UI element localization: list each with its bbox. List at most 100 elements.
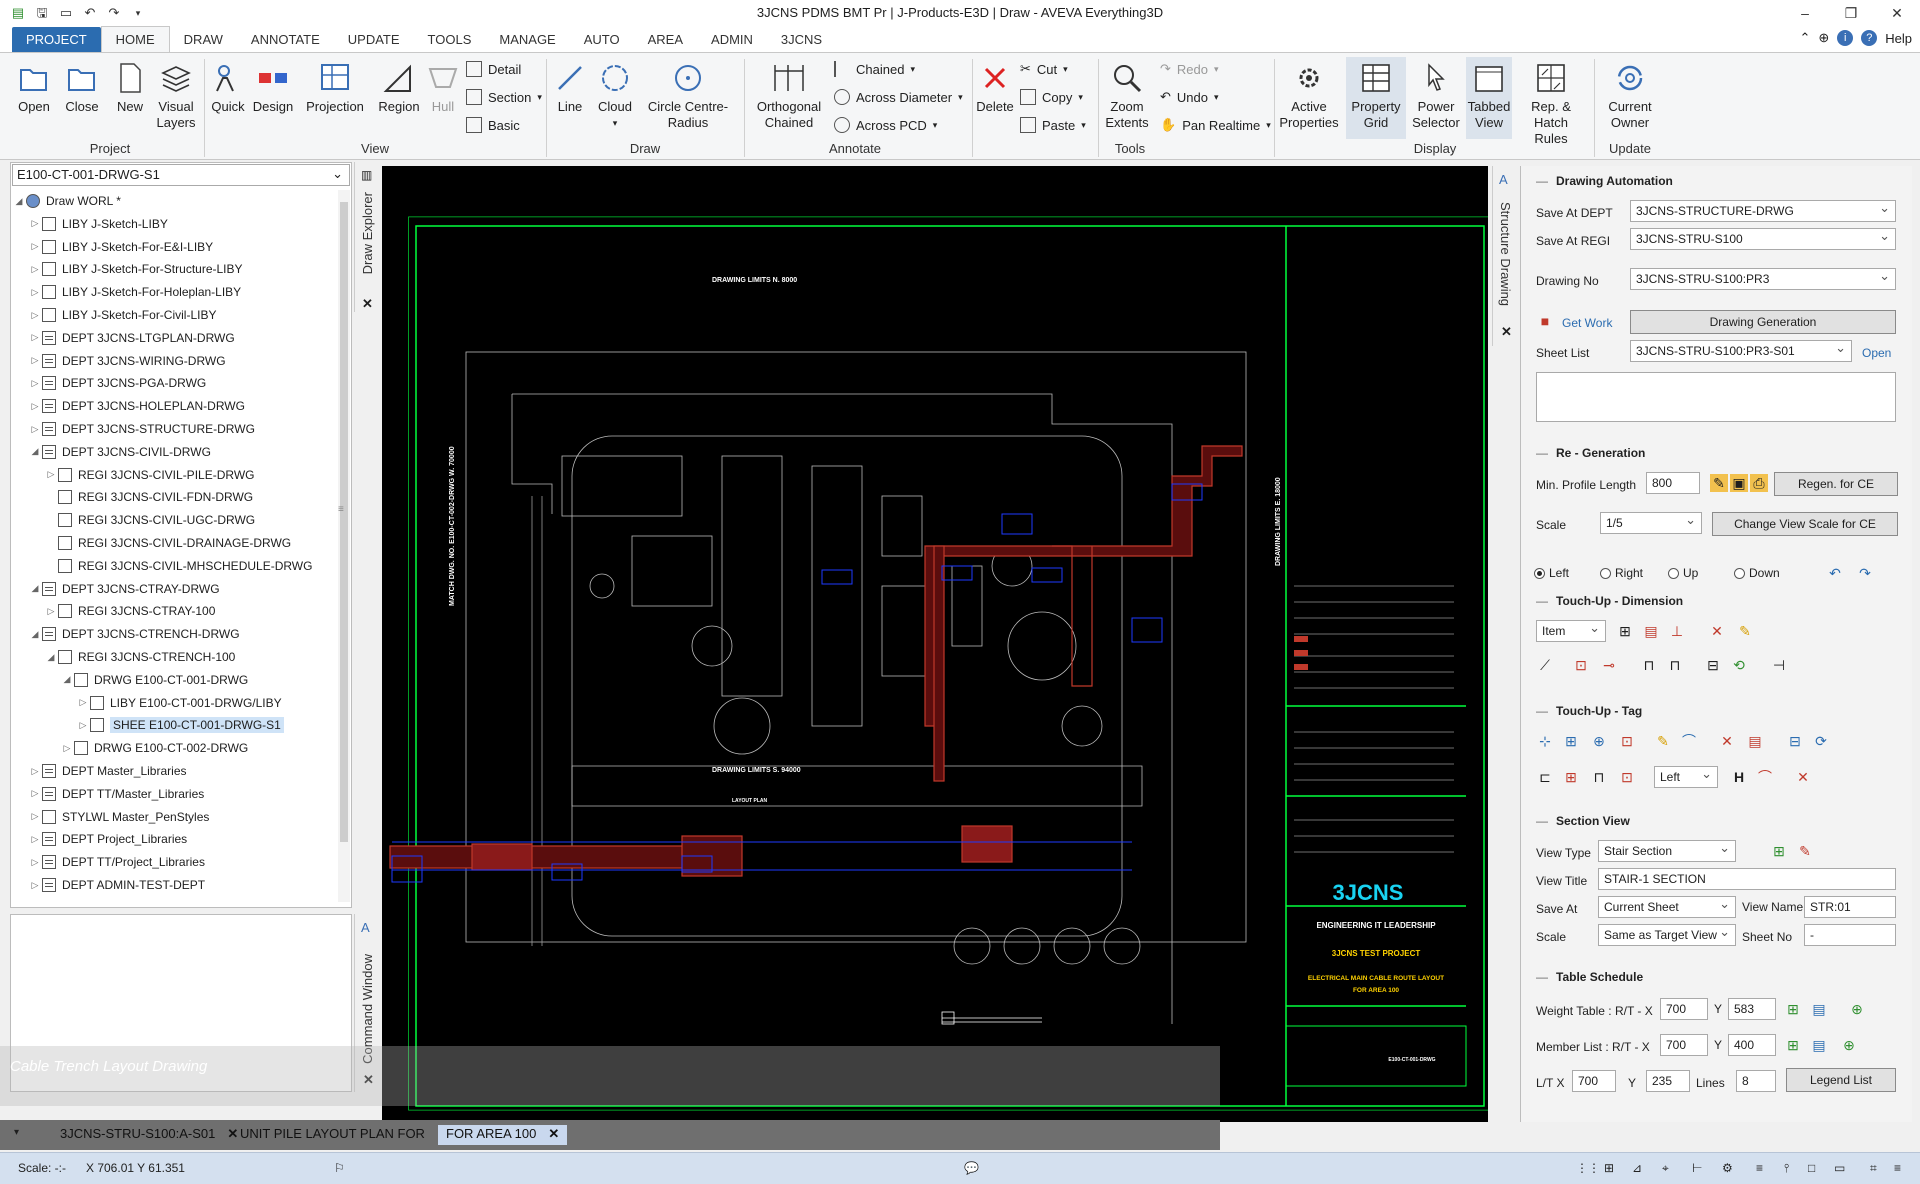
collapse-arrow-icon[interactable]: ◢: [28, 629, 42, 640]
tag-align-3-icon[interactable]: ⊓: [1590, 768, 1608, 786]
tree-item[interactable]: ▷ DEPT Project_Libraries: [28, 828, 187, 850]
tab-tools[interactable]: TOOLS: [414, 27, 486, 52]
dim-tool-6-icon[interactable]: ⊟: [1704, 656, 1722, 674]
tag-align-4-icon[interactable]: ⊡: [1618, 768, 1636, 786]
tag-tool-4-icon[interactable]: ⊡: [1618, 732, 1636, 750]
minimize-button[interactable]: –: [1782, 0, 1828, 26]
tag-align-1-icon[interactable]: ⊏: [1536, 768, 1554, 786]
expand-arrow-icon[interactable]: ▷: [28, 857, 42, 868]
snap-tool-3-icon[interactable]: ⌖: [1662, 1161, 1669, 1176]
tree-item[interactable]: ◢ DEPT 3JCNS-CIVIL-DRWG: [28, 441, 211, 463]
collapse-arrow-icon[interactable]: ◢: [28, 583, 42, 594]
dimension-item-select[interactable]: Item: [1536, 620, 1606, 642]
view-type-select[interactable]: Stair Section: [1598, 840, 1736, 862]
sheet-list-box[interactable]: [1536, 372, 1896, 422]
draw-explorer-tab[interactable]: ▥ Draw Explorer: [354, 162, 380, 312]
open-sheet-link[interactable]: Open: [1862, 346, 1891, 360]
expand-arrow-icon[interactable]: ▷: [28, 355, 42, 366]
tree-item[interactable]: ▷ STYLWL Master_PenStyles: [28, 806, 209, 828]
tag-leader-icon[interactable]: ⌒: [1680, 732, 1698, 750]
copy-button[interactable]: Copy ▾: [1020, 89, 1083, 105]
expand-arrow-icon[interactable]: ▷: [28, 310, 42, 321]
lt-y-input[interactable]: 235: [1646, 1070, 1690, 1092]
collapse-arrow-icon[interactable]: ◢: [60, 674, 74, 685]
power-selector-button[interactable]: Power Selector: [1410, 61, 1462, 131]
tree-item[interactable]: ▷ LIBY J-Sketch-LIBY: [28, 213, 168, 235]
tree-item[interactable]: REGI 3JCNS-CIVIL-UGC-DRWG: [44, 509, 255, 531]
close-structure-icon[interactable]: ✕: [1501, 324, 1512, 340]
delete-tag-2-icon[interactable]: ✕: [1794, 768, 1812, 786]
current-owner-button[interactable]: Current Owner: [1600, 61, 1660, 131]
member-x-input[interactable]: 700: [1660, 1034, 1708, 1056]
tab-project[interactable]: PROJECT: [12, 27, 101, 52]
member-export-icon[interactable]: ▤: [1810, 1036, 1828, 1054]
tree-item[interactable]: ▷ DEPT Master_Libraries: [28, 760, 187, 782]
projection-button[interactable]: Projection: [304, 61, 366, 115]
tab-home[interactable]: HOME: [100, 26, 170, 52]
lt-x-input[interactable]: 700: [1572, 1070, 1616, 1092]
active-properties-button[interactable]: Active Properties: [1278, 61, 1340, 131]
expand-arrow-icon[interactable]: ▷: [28, 401, 42, 412]
tab-auto[interactable]: AUTO: [570, 27, 634, 52]
expand-arrow-icon[interactable]: ▷: [44, 469, 58, 480]
member-table-icon[interactable]: ⊞: [1784, 1036, 1802, 1054]
weight-add-icon[interactable]: ⊕: [1848, 1000, 1866, 1018]
snap-grid-icon[interactable]: ⋮⋮: [1576, 1161, 1600, 1175]
cut-button[interactable]: ✂ Cut ▾: [1020, 61, 1068, 77]
member-y-input[interactable]: 400: [1728, 1034, 1776, 1056]
edit-dimension-icon[interactable]: ▤: [1642, 622, 1660, 640]
expand-arrow-icon[interactable]: ▷: [76, 720, 90, 731]
zoom-extents-button[interactable]: Zoom Extents: [1102, 61, 1152, 131]
tabs-dropdown-icon[interactable]: ▾: [14, 1127, 19, 1138]
save-icon[interactable]: 🖫: [34, 5, 50, 21]
expand-arrow-icon[interactable]: ▷: [28, 287, 42, 298]
thermometer-icon[interactable]: ⫯: [1784, 1161, 1789, 1176]
collapse-ribbon-icon[interactable]: ⌃: [1799, 30, 1810, 46]
tag-refresh-icon[interactable]: ⟳: [1812, 732, 1830, 750]
delete-dimension-icon[interactable]: ✕: [1708, 622, 1726, 640]
view-name-input[interactable]: STR:01: [1804, 896, 1896, 918]
tab-3jcns[interactable]: 3JCNS: [767, 27, 836, 52]
rotate-right-icon[interactable]: ↷: [1856, 564, 1874, 582]
status-menu-icon[interactable]: ≡: [1894, 1161, 1901, 1175]
snap-tool-1-icon[interactable]: ⊞: [1604, 1161, 1614, 1175]
redo-button[interactable]: ↷ Redo ▾: [1160, 61, 1219, 77]
save-at-dept-select[interactable]: 3JCNS-STRUCTURE-DRWG: [1630, 200, 1896, 222]
frame2-icon[interactable]: ▭: [1834, 1161, 1845, 1175]
tree-item[interactable]: ▷ DEPT 3JCNS-PGA-DRWG: [28, 372, 206, 394]
circle-centre-radius-button[interactable]: Circle Centre-Radius: [646, 61, 730, 131]
tree-item[interactable]: ◢ DRWG E100-CT-001-DRWG: [60, 669, 248, 691]
cloud-button[interactable]: Cloud ▾: [594, 61, 636, 131]
tab-area[interactable]: AREA: [634, 27, 697, 52]
tree-item[interactable]: ◢ DEPT 3JCNS-CTRAY-DRWG: [28, 578, 220, 600]
weight-y-input[interactable]: 583: [1728, 998, 1776, 1020]
weight-table-icon[interactable]: ⊞: [1784, 1000, 1802, 1018]
lines-input[interactable]: 8: [1736, 1070, 1776, 1092]
dim-tool-5-icon[interactable]: ⊓: [1666, 656, 1684, 674]
tag-position-select[interactable]: Left: [1654, 766, 1718, 788]
chat-icon[interactable]: 💬: [964, 1161, 979, 1175]
collapse-arrow-icon[interactable]: ◢: [44, 652, 58, 663]
doc-tab-area-100[interactable]: FOR AREA 100 ✕: [438, 1125, 568, 1145]
tag-tool-5-icon[interactable]: ✎: [1654, 732, 1672, 750]
view-scale-select[interactable]: Same as Target View: [1598, 924, 1736, 946]
expand-arrow-icon[interactable]: ▷: [28, 766, 42, 777]
dim-tool-7-icon[interactable]: ⟲: [1730, 656, 1748, 674]
menu-icon[interactable]: ≡: [1756, 1161, 1763, 1175]
open-button[interactable]: Open: [14, 61, 54, 115]
paste-button[interactable]: Paste ▾: [1020, 117, 1086, 133]
tree-item[interactable]: ▷ LIBY J-Sketch-For-Civil-LIBY: [28, 304, 216, 326]
snap-tool-5-icon[interactable]: ⚙: [1722, 1161, 1733, 1175]
sheet-list-select[interactable]: 3JCNS-STRU-S100:PR3-S01: [1630, 340, 1852, 362]
pencil-tool-icon[interactable]: ✎: [1710, 474, 1728, 492]
splitter-grip-icon[interactable]: ≡: [338, 504, 344, 515]
drawing-selector[interactable]: E100-CT-001-DRWG-S1 ⌄: [12, 164, 350, 186]
flag-icon[interactable]: ⚐: [334, 1161, 345, 1175]
get-work-link[interactable]: Get Work: [1562, 316, 1612, 330]
frame-tool-icon[interactable]: ▣: [1730, 474, 1748, 492]
tree-item[interactable]: ▷ DEPT TT/Project_Libraries: [28, 851, 205, 873]
detail-button[interactable]: Detail: [466, 61, 521, 77]
save-at-regi-select[interactable]: 3JCNS-STRU-S100: [1630, 228, 1896, 250]
tag-leader-2-icon[interactable]: ⌒: [1756, 768, 1774, 786]
tabbed-view-button[interactable]: Tabbed View: [1466, 57, 1512, 139]
